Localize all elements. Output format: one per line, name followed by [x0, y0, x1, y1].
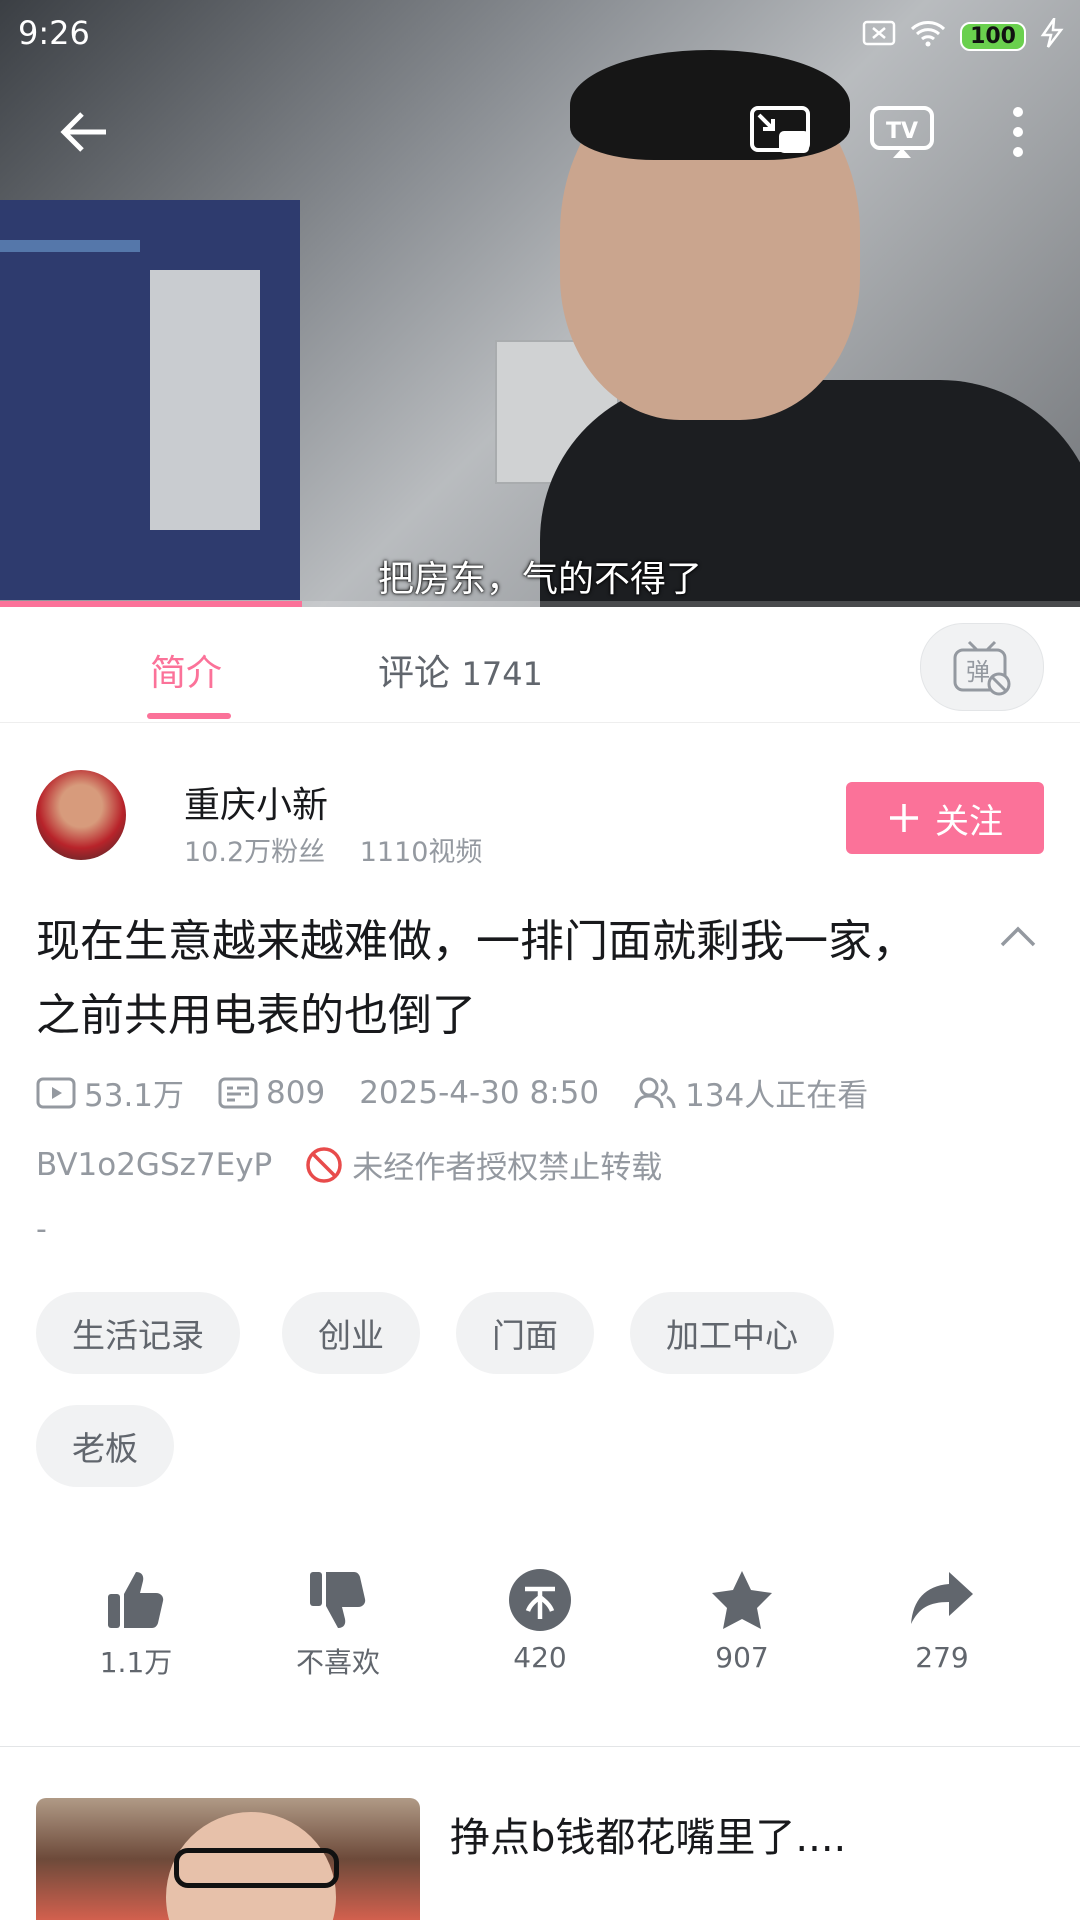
- arrow-left-icon: [60, 112, 106, 152]
- danmaku-count-text: 809: [266, 1074, 326, 1111]
- section-divider: [0, 1746, 1080, 1747]
- video-subtitle: 把房东，气的不得了: [377, 559, 702, 600]
- star-icon: [712, 1571, 772, 1629]
- video-frame-machine: [0, 200, 300, 600]
- recommended-video-title[interactable]: 挣点b钱都花嘴里了....: [450, 1805, 846, 1863]
- tab-comments-label: 评论: [378, 653, 451, 694]
- thumbs-up-icon: [108, 1572, 164, 1628]
- picture-in-picture-icon: [750, 106, 810, 153]
- tag-chip[interactable]: 加工中心: [630, 1292, 834, 1374]
- pip-button[interactable]: [748, 100, 812, 164]
- video-title: 现在生意越来越难做，一排门面就剩我一家，之前共用电表的也倒了: [36, 916, 916, 1041]
- follow-label: 关注: [935, 801, 1003, 842]
- collapse-button[interactable]: [996, 915, 1040, 959]
- tab-comments-count: 1741: [461, 655, 543, 693]
- video-description: -: [36, 1212, 47, 1247]
- coin-button[interactable]: 420: [465, 1565, 615, 1674]
- plus-icon: [890, 804, 918, 832]
- author-video-count: 1110视频: [359, 837, 483, 868]
- favorite-button[interactable]: 907: [667, 1565, 817, 1674]
- prohibited-icon: [306, 1146, 343, 1183]
- watching-people-icon: [634, 1077, 676, 1108]
- sim-off-icon: [862, 20, 896, 53]
- follow-button[interactable]: 关注: [846, 782, 1044, 854]
- video-meta-secondary: BV1o2GSz7EyP 未经作者授权禁止转载: [36, 1142, 662, 1187]
- battery-icon: 100: [960, 22, 1026, 51]
- svg-text:TV: TV: [886, 119, 918, 144]
- charging-icon: [1040, 14, 1066, 55]
- author-fans: 10.2万粉丝: [184, 837, 326, 868]
- author-section: 重庆小新 10.2万粉丝 1110视频 关注: [36, 770, 1044, 870]
- wifi-icon: [910, 19, 946, 54]
- author-avatar[interactable]: [36, 770, 126, 860]
- status-time: 9:26: [18, 14, 90, 52]
- tag-chip[interactable]: 门面: [456, 1292, 594, 1374]
- danmaku-count: 809: [218, 1075, 325, 1111]
- tab-intro-indicator: [147, 713, 231, 719]
- action-bar: 1.1万 不喜欢 420 907 279: [0, 1565, 1080, 1685]
- danmaku-toggle-button[interactable]: 弹: [920, 623, 1044, 711]
- publish-date: 2025-4-30 8:50: [359, 1074, 600, 1111]
- svg-text:弹: 弹: [966, 658, 990, 686]
- author-stats: 10.2万粉丝 1110视频: [184, 830, 482, 869]
- share-count: 279: [915, 1641, 969, 1674]
- bvid: BV1o2GSz7EyP: [36, 1146, 273, 1183]
- tag-chip[interactable]: 创业: [282, 1292, 420, 1374]
- tv-cast-button[interactable]: TV: [868, 100, 936, 164]
- chevron-up-icon: [1000, 926, 1036, 947]
- watching-now: 134人正在看: [633, 1070, 868, 1115]
- view-count-text: 53.1万: [84, 1078, 185, 1114]
- tag-chip[interactable]: 老板: [36, 1405, 174, 1487]
- tab-comments[interactable]: 评论 1741: [378, 644, 543, 696]
- author-name[interactable]: 重庆小新: [184, 776, 328, 828]
- tab-bar: 简介 评论 1741 弹: [0, 607, 1080, 723]
- share-arrow-icon: [911, 1572, 973, 1624]
- status-bar: 9:26 100: [0, 0, 1080, 70]
- dislike-label: 不喜欢: [295, 1646, 380, 1679]
- thumbnail-glasses: [174, 1848, 339, 1888]
- thumbs-down-icon: [310, 1572, 366, 1628]
- coin-count: 420: [513, 1641, 567, 1674]
- share-button[interactable]: 279: [867, 1565, 1017, 1674]
- danmaku-count-icon: [218, 1077, 258, 1108]
- copyright-notice: 未经作者授权禁止转载: [352, 1150, 663, 1186]
- video-meta: 53.1万 809 2025-4-30 8:50 134人正在看: [36, 1070, 902, 1115]
- recommended-video-thumbnail[interactable]: [36, 1798, 420, 1920]
- tv-cast-icon: TV: [870, 106, 934, 158]
- view-count: 53.1万: [36, 1070, 184, 1115]
- like-count: 1.1万: [99, 1646, 173, 1679]
- more-button[interactable]: [988, 100, 1048, 164]
- favorite-count: 907: [715, 1641, 769, 1674]
- coin-icon: [509, 1569, 571, 1631]
- like-button[interactable]: 1.1万: [61, 1565, 211, 1681]
- more-vertical-icon: [1013, 107, 1023, 157]
- watching-now-text: 134人正在看: [685, 1078, 869, 1114]
- tag-chip[interactable]: 生活记录: [36, 1292, 240, 1374]
- danmaku-off-icon: 弹: [953, 640, 1011, 696]
- video-player[interactable]: 把房东，气的不得了: [0, 0, 1080, 607]
- tab-intro[interactable]: 简介: [150, 644, 222, 696]
- dislike-button[interactable]: 不喜欢: [263, 1565, 413, 1681]
- play-count-icon: [36, 1077, 76, 1108]
- back-button[interactable]: [52, 100, 116, 164]
